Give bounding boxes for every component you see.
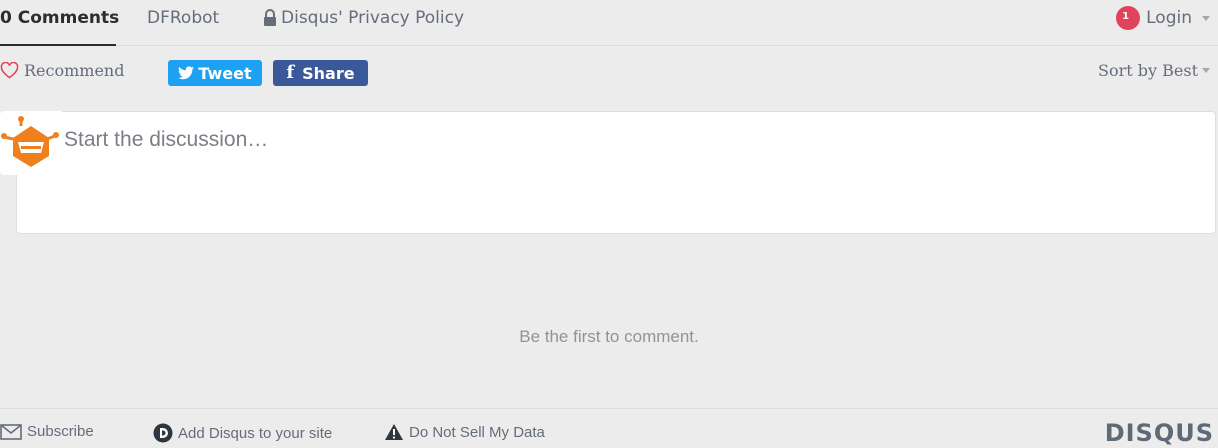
comments-nav: 0 Comments DFRobot Disqus' Privacy Polic… [0, 0, 1218, 46]
facebook-icon: f [286, 62, 295, 83]
privacy-policy-label: Disqus' Privacy Policy [281, 8, 465, 28]
chevron-down-icon [1202, 68, 1210, 73]
disqus-logo[interactable]: DISQUS [1105, 419, 1214, 447]
privacy-policy-link[interactable]: Disqus' Privacy Policy [262, 0, 464, 36]
do-not-sell-label: Do Not Sell My Data [409, 423, 545, 441]
share-label: Share [302, 63, 355, 83]
login-label: Login [1146, 8, 1192, 28]
empty-state-message: Be the first to comment. [519, 327, 699, 346]
login-menu[interactable]: 1 Login [1116, 5, 1210, 31]
tab-community[interactable]: DFRobot [147, 0, 219, 46]
comment-composer[interactable]: Start the discussion… [16, 111, 1216, 234]
dfrobot-logo-icon [1, 116, 59, 167]
tweet-button[interactable]: Tweet [168, 60, 262, 86]
lock-icon [264, 9, 276, 26]
thread-actions: Recommend Tweet f Share Sort by Best [0, 58, 1218, 88]
recommend-label: Recommend [24, 61, 125, 80]
share-button[interactable]: f Share [273, 60, 368, 86]
do-not-sell-link[interactable]: Do Not Sell My Data [384, 423, 545, 441]
sort-label: Sort by Best [1098, 61, 1198, 80]
composer-placeholder[interactable]: Start the discussion… [64, 128, 268, 152]
tab-comments-label: 0 Comments [0, 8, 120, 28]
heart-icon [0, 62, 19, 79]
tab-community-label: DFRobot [147, 8, 220, 28]
tweet-label: Tweet [198, 63, 252, 83]
notification-count: 1 [1122, 11, 1130, 22]
subscribe-label: Subscribe [27, 423, 94, 440]
avatar [0, 111, 64, 175]
chevron-down-icon [1202, 15, 1210, 21]
warning-icon [385, 424, 403, 440]
add-disqus-link[interactable]: Add Disqus to your site [153, 423, 332, 443]
twitter-icon [178, 66, 195, 80]
footer: Subscribe Add Disqus to your site Do Not… [0, 408, 1218, 448]
disqus-d-icon [153, 423, 173, 443]
recommend-button[interactable]: Recommend [0, 61, 124, 80]
add-disqus-label: Add Disqus to your site [178, 424, 333, 442]
envelope-icon [0, 423, 22, 440]
tab-comments[interactable]: 0 Comments [0, 0, 120, 46]
subscribe-link[interactable]: Subscribe [0, 423, 94, 440]
notification-badge[interactable]: 1 [1116, 6, 1141, 30]
sort-dropdown[interactable]: Sort by Best [1098, 61, 1210, 80]
